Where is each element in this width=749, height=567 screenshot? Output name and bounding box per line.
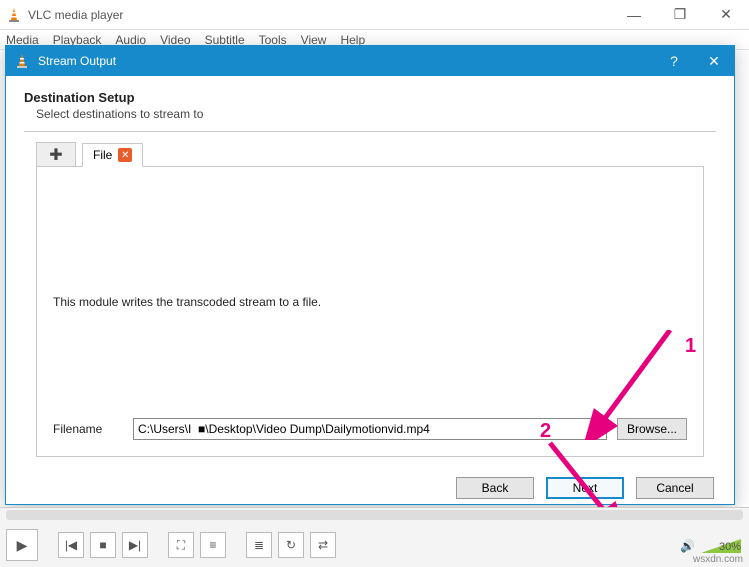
dialog-body: Destination Setup Select destinations to… [6,76,734,467]
vlc-cone-icon [14,53,30,69]
tab-file-label: File [93,148,112,162]
dialog-titlebar: Stream Output [6,46,734,76]
watermark: wsxdn.com [693,554,743,565]
cancel-button[interactable]: Cancel [636,477,714,499]
filename-row: Filename Browse... [53,418,687,440]
minimize-button[interactable] [611,0,657,30]
dialog-title: Stream Output [38,54,654,68]
add-destination-tab-button[interactable]: ✚ [36,142,76,166]
dialog-help-button[interactable] [654,53,694,69]
filename-input[interactable] [133,418,607,440]
destination-setup-subheader: Select destinations to stream to [36,107,716,121]
window-controls [611,0,749,30]
dialog-close-button[interactable] [694,53,734,70]
browse-button[interactable]: Browse... [617,418,687,440]
next-button[interactable]: Next [546,477,624,499]
tab-close-icon[interactable]: ✕ [118,148,132,162]
speaker-icon: 🔊 [680,539,695,553]
player-controls-bar: ▶ |◀ ■ ▶| ⛶ ≡ ≣ ↻ ⇄ 🔊 30% wsxdn.com [0,507,749,567]
play-button[interactable]: ▶ [6,529,38,561]
close-button[interactable] [703,0,749,30]
seek-bar[interactable] [6,510,743,520]
loop-button[interactable]: ↻ [278,532,304,558]
tab-file[interactable]: File ✕ [82,143,143,167]
shuffle-button[interactable]: ⇄ [310,532,336,558]
stream-output-dialog: Stream Output Destination Setup Select d… [5,45,735,505]
next-button[interactable]: ▶| [122,532,148,558]
restore-button[interactable] [657,0,703,30]
stop-button[interactable]: ■ [90,532,116,558]
destination-setup-header: Destination Setup [24,90,716,105]
divider [24,131,716,132]
file-destination-panel: This module writes the transcoded stream… [36,167,704,457]
app-titlebar: VLC media player [0,0,749,30]
playlist-button[interactable]: ≣ [246,532,272,558]
extended-settings-button[interactable]: ≡ [200,532,226,558]
volume-percent: 30% [719,541,741,553]
back-button[interactable]: Back [456,477,534,499]
app-title: VLC media player [28,8,611,22]
filename-label: Filename [53,422,123,436]
destination-tabstrip: ✚ File ✕ [36,142,704,167]
fullscreen-button[interactable]: ⛶ [168,532,194,558]
module-description: This module writes the transcoded stream… [53,295,687,309]
dialog-button-row: Back Next Cancel [6,467,734,509]
vlc-cone-icon [6,7,22,23]
previous-button[interactable]: |◀ [58,532,84,558]
